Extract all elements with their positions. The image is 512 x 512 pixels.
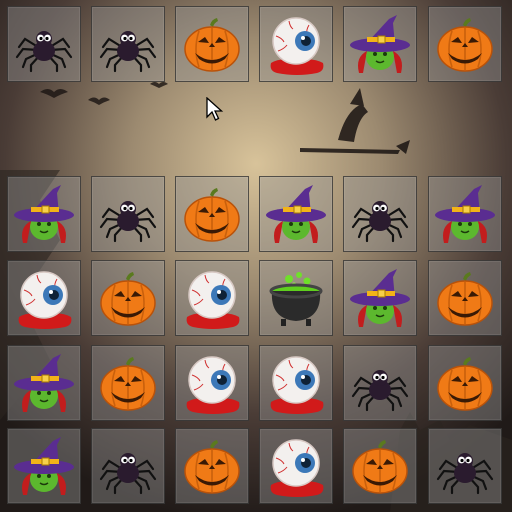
spider-icon	[99, 201, 157, 243]
grid-tile[interactable]	[259, 176, 333, 252]
spider-icon	[436, 453, 494, 495]
spider-icon	[351, 370, 409, 412]
pumpkin-icon	[184, 18, 240, 72]
eyeball-icon	[18, 271, 72, 329]
grid-tile[interactable]	[175, 176, 249, 252]
pumpkin-icon	[100, 272, 156, 326]
witch-hat-icon	[350, 15, 410, 73]
eyeball-icon	[270, 17, 324, 75]
grid-tile[interactable]	[259, 6, 333, 82]
grid-tile[interactable]	[259, 260, 333, 336]
witch-hat-icon	[14, 185, 74, 243]
witch-hat-icon	[350, 269, 410, 327]
eyeball-icon	[186, 356, 240, 414]
eyeball-icon	[186, 271, 240, 329]
grid-tile[interactable]	[259, 345, 333, 421]
grid-tile[interactable]	[7, 6, 81, 82]
pumpkin-icon	[184, 188, 240, 242]
grid-tile[interactable]	[343, 6, 417, 82]
grid-tile[interactable]	[91, 176, 165, 252]
pumpkin-icon	[437, 18, 493, 72]
grid-tile[interactable]	[175, 260, 249, 336]
eyeball-icon	[270, 439, 324, 497]
grid-tile[interactable]	[428, 260, 502, 336]
eyeball-icon	[270, 356, 324, 414]
witch-hat-icon	[435, 185, 495, 243]
grid-tile[interactable]	[343, 260, 417, 336]
grid-tile[interactable]	[175, 428, 249, 504]
pumpkin-icon	[437, 357, 493, 411]
grid-tile[interactable]	[428, 428, 502, 504]
pumpkin-icon	[352, 440, 408, 494]
cauldron-icon	[269, 272, 323, 326]
grid-tile[interactable]	[91, 345, 165, 421]
witch-hat-icon	[266, 185, 326, 243]
pumpkin-icon	[184, 440, 240, 494]
grid-tile[interactable]	[428, 345, 502, 421]
grid-tile[interactable]	[343, 428, 417, 504]
pumpkin-icon	[437, 272, 493, 326]
spider-icon	[351, 201, 409, 243]
spider-icon	[15, 31, 73, 73]
grid-tile[interactable]	[91, 6, 165, 82]
grid-tile[interactable]	[91, 260, 165, 336]
grid-tile[interactable]	[175, 6, 249, 82]
spider-icon	[99, 453, 157, 495]
grid-tile[interactable]	[428, 6, 502, 82]
witch-hat-icon	[14, 354, 74, 412]
witch-hat-icon	[14, 437, 74, 495]
grid-tile[interactable]	[91, 428, 165, 504]
pumpkin-icon	[100, 357, 156, 411]
mouse-cursor-icon	[206, 97, 224, 121]
grid-tile[interactable]	[259, 428, 333, 504]
grid-tile[interactable]	[7, 428, 81, 504]
grid-tile[interactable]	[343, 176, 417, 252]
grid-tile[interactable]	[7, 176, 81, 252]
grid-tile[interactable]	[428, 176, 502, 252]
grid-tile[interactable]	[343, 345, 417, 421]
game-board-area	[0, 0, 512, 512]
grid-tile[interactable]	[7, 260, 81, 336]
spider-icon	[99, 31, 157, 73]
grid-tile[interactable]	[7, 345, 81, 421]
grid-tile[interactable]	[175, 345, 249, 421]
